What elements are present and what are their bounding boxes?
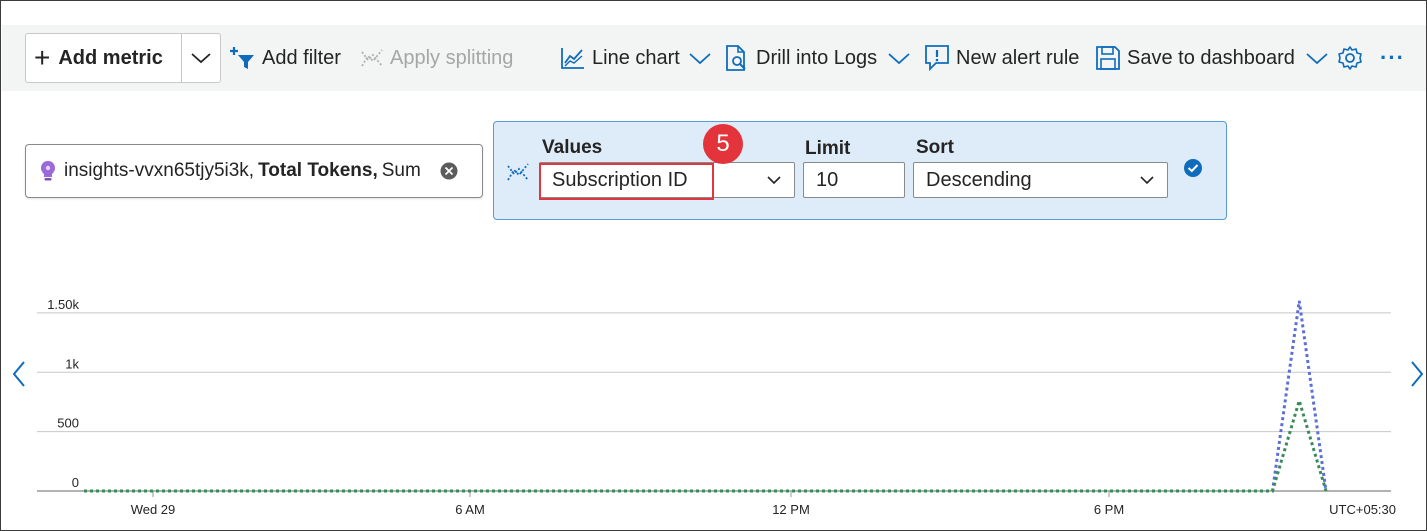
y-tick-label: 0 [72,475,79,490]
checkmark-circle-icon [1184,159,1202,177]
values-highlight-box [539,163,714,200]
save-icon [1095,45,1121,71]
save-to-dashboard-dropdown[interactable]: Save to dashboard [1095,25,1329,91]
timezone-label: UTC+05:30 [1329,502,1396,517]
x-tick-label: 6 PM [1094,502,1124,517]
line-chart-icon [560,46,586,70]
chevron-down-icon [1306,53,1328,65]
line-chart-dropdown[interactable]: Line chart [560,25,712,91]
metric-name: Total Tokens, [258,160,378,181]
add-metric-button[interactable]: + Add metric [26,34,181,82]
chevron-down-icon [1140,176,1154,185]
save-to-dashboard-label: Save to dashboard [1127,46,1295,69]
add-metric-split-button[interactable]: + Add metric [25,33,221,83]
x-axis-labels: Wed 29 6 AM 12 PM 6 PM [131,491,1124,517]
sort-selected: Descending [926,168,1032,191]
add-filter-label: Add filter [262,46,341,69]
y-tick-label: 1.50k [47,297,79,312]
more-options-button[interactable]: ··· [1380,25,1405,91]
x-tick-label: Wed 29 [131,502,176,517]
limit-input[interactable]: 10 [803,162,905,198]
chart-series [84,300,1328,493]
x-tick-label: 6 AM [455,502,485,517]
add-filter-icon [230,45,256,71]
alert-icon [924,44,950,72]
y-axis-labels: 1.50k 1k 500 0 [47,297,79,490]
step-badge: 5 [703,124,743,164]
drill-into-logs-label: Drill into Logs [756,46,878,69]
line-chart-label: Line chart [592,46,680,69]
new-alert-rule-button[interactable]: New alert rule [924,25,1079,91]
sort-dropdown[interactable]: Descending [913,162,1168,198]
close-circle-icon [440,162,458,180]
gear-icon [1338,46,1362,70]
limit-value: 10 [816,168,839,191]
plus-icon: + [34,42,51,73]
metrics-toolbar: + Add metric Add filter Apply splitting [2,25,1426,91]
metric-aggregation: Sum [381,160,421,181]
series-line [84,300,1328,493]
limit-label: Limit [805,138,851,159]
logs-icon [724,44,750,72]
metric-resource: insights-vvxn65tjy5i3k, [64,160,255,181]
sort-label: Sort [916,137,954,158]
line-chart: 1.50k 1k 500 0 Wed 29 6 AM 12 PM 6 PM UTC+05:3… [37,297,1396,517]
chevron-down-icon [888,53,910,65]
metric-pill[interactable]: insights-vvxn65tjy5i3k, Total Tokens, Su… [25,144,483,198]
apply-check-button[interactable] [1183,158,1203,183]
y-tick-label: 500 [57,416,79,431]
splitting-icon [360,46,384,70]
chevron-down-icon [191,53,211,64]
chevron-down-icon [767,176,781,185]
settings-button[interactable] [1337,25,1363,91]
series-line [84,395,1328,493]
add-metric-dropdown-button[interactable] [182,34,220,82]
metrics-chart-panel: + Add metric Add filter Apply splitting [0,0,1427,531]
add-metric-label: Add metric [58,46,163,69]
splitting-icon [506,160,530,189]
add-filter-button[interactable]: Add filter [230,25,341,91]
x-tick-label: 12 PM [772,502,810,517]
drill-into-logs-dropdown[interactable]: Drill into Logs [724,25,911,91]
values-label: Values [542,137,603,158]
remove-metric-button[interactable] [440,162,458,186]
chart-gridlines [37,312,1391,492]
new-alert-rule-label: New alert rule [956,46,1080,69]
app-insights-icon [40,160,56,182]
chevron-down-icon [689,53,711,65]
y-tick-label: 1k [65,356,79,371]
apply-splitting-button[interactable]: Apply splitting [360,25,513,91]
apply-splitting-label: Apply splitting [390,46,514,69]
